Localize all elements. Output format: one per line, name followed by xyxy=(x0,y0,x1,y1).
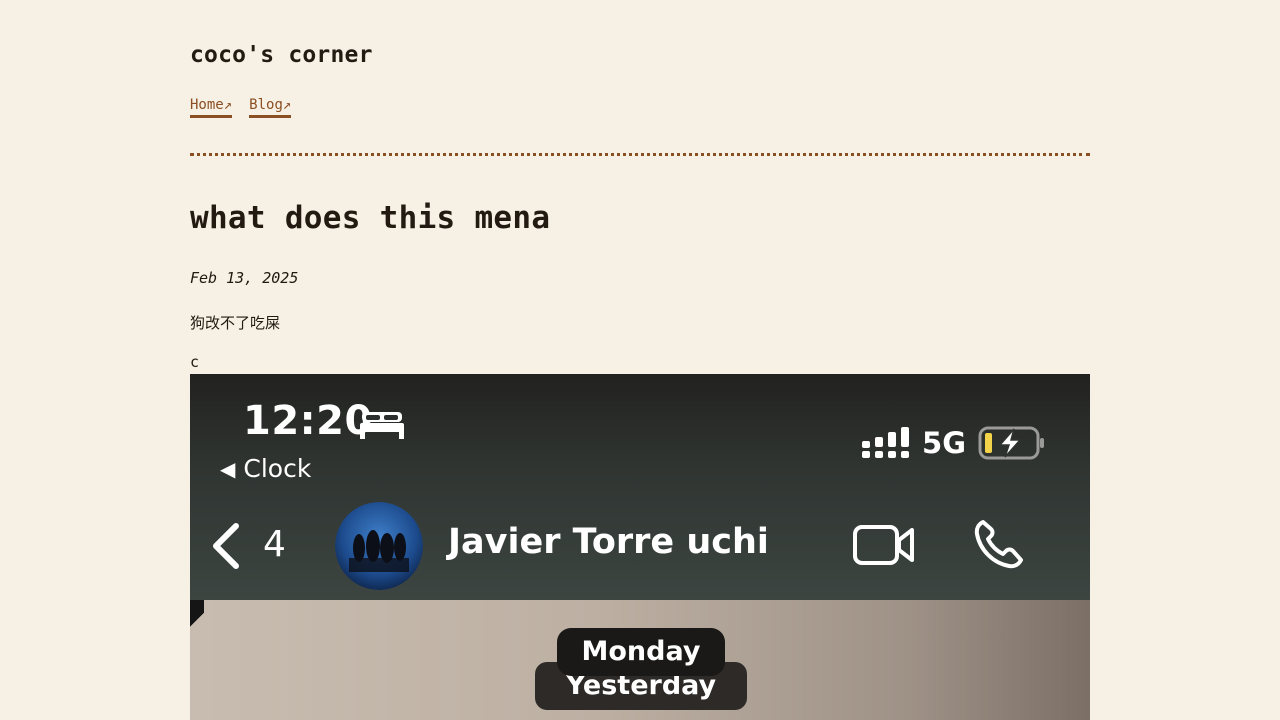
chevron-left-icon[interactable] xyxy=(210,522,242,570)
bed-icon xyxy=(360,412,404,439)
video-call-icon[interactable] xyxy=(852,522,916,568)
contact-name[interactable]: Javier Torre uchi xyxy=(448,522,769,562)
back-app-label: Clock xyxy=(243,454,312,483)
header-divider xyxy=(190,153,1090,156)
battery-charging-icon xyxy=(978,426,1044,460)
status-time: 12:20 xyxy=(243,398,373,444)
post-screenshot-image: 12:20 ◀ Clock 5G 4 Javier Torre uchi Yes… xyxy=(190,374,1090,720)
avatar[interactable] xyxy=(335,502,423,590)
back-triangle-icon: ◀ xyxy=(220,456,236,481)
network-label: 5G xyxy=(922,426,966,460)
chat-header: 12:20 ◀ Clock 5G 4 Javier Torre uchi xyxy=(190,374,1090,600)
signal-bars-icon xyxy=(862,427,910,458)
unread-count: 4 xyxy=(263,524,286,565)
post-date: Feb 13, 2025 xyxy=(190,269,299,287)
post-title: what does this mena xyxy=(190,200,551,236)
phone-call-icon[interactable] xyxy=(973,518,1025,570)
site-nav: Home↗ Blog↗ xyxy=(190,96,292,118)
status-indicators: 5G xyxy=(862,426,1046,460)
post-paragraph: c xyxy=(190,353,200,371)
nav-link-home[interactable]: Home↗ xyxy=(190,96,233,118)
post-paragraph: 狗改不了吃屎 xyxy=(190,314,281,332)
nav-link-blog[interactable]: Blog↗ xyxy=(249,96,292,118)
day-separator-monday: Monday xyxy=(557,628,725,676)
back-to-app-link[interactable]: ◀ Clock xyxy=(220,454,311,483)
site-title[interactable]: coco's corner xyxy=(190,42,373,68)
